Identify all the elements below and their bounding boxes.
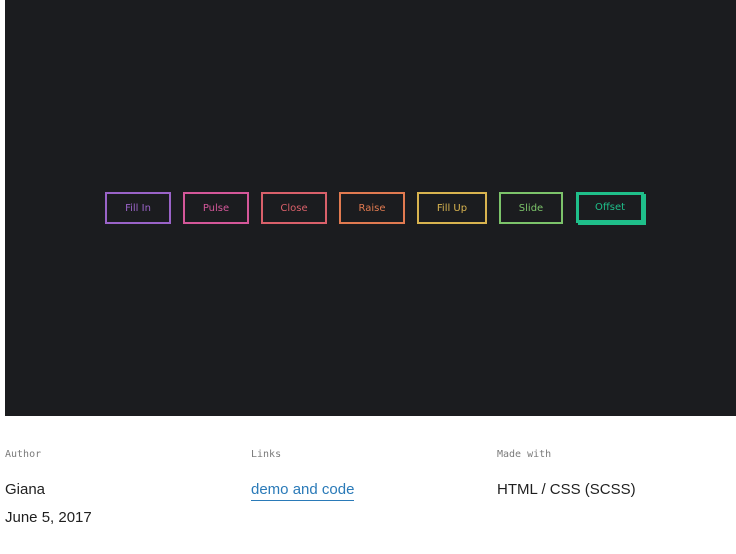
made-with-section: Made with HTML / CSS (SCSS): [497, 448, 636, 504]
author-name: Giana: [5, 481, 46, 498]
author-label: Author: [5, 449, 42, 460]
made-with-label: Made with: [497, 449, 552, 460]
demo-stage: Fill In Pulse Close Raise Fill Up Slide …: [5, 0, 736, 416]
pulse-button[interactable]: Pulse: [183, 192, 249, 224]
fill-in-button[interactable]: Fill In: [105, 192, 171, 224]
close-button[interactable]: Close: [261, 192, 327, 224]
made-with-value: HTML / CSS (SCSS): [497, 481, 636, 498]
author-section: Author Giana June 5, 2017: [5, 448, 92, 532]
publish-date: June 5, 2017: [5, 509, 92, 526]
links-section: Links demo and code: [251, 448, 355, 501]
slide-button[interactable]: Slide: [499, 192, 563, 224]
raise-button[interactable]: Raise: [339, 192, 405, 224]
fill-up-button[interactable]: Fill Up: [417, 192, 487, 224]
offset-button[interactable]: Offset: [576, 192, 644, 223]
links-label: Links: [251, 449, 282, 460]
demo-and-code-link[interactable]: demo and code: [251, 480, 355, 501]
